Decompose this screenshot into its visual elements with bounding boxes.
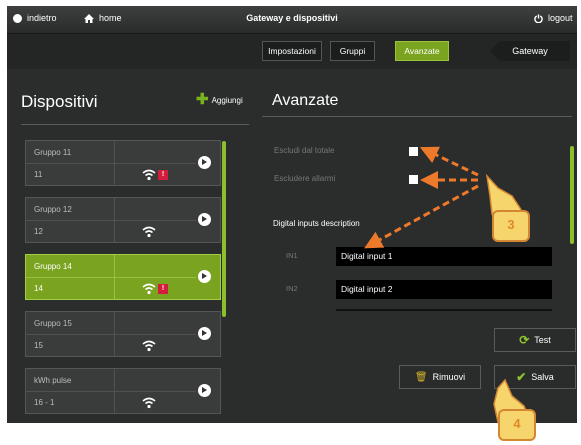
device-list[interactable]: Gruppo 11 11 ! Gruppo 12 12 Gruppo 14 14…	[25, 140, 221, 423]
chevron-right-icon[interactable]	[198, 213, 211, 226]
device-name: Gruppo 11	[34, 148, 72, 157]
top-bar: indietro home Gateway e dispositivi logo…	[7, 6, 577, 34]
nav-bar: Impostazioni Gruppi Avanzate Gateway	[7, 34, 577, 69]
save-label: Salva	[531, 372, 554, 382]
divider	[26, 220, 196, 221]
remove-label: Rimuovi	[432, 372, 466, 382]
gateway-tab[interactable]: Gateway	[490, 41, 570, 61]
chevron-right-icon[interactable]	[198, 270, 211, 283]
exclude-alarms-label: Escludere allarmi	[274, 174, 336, 183]
device-name: Gruppo 12	[34, 205, 72, 214]
device-list-scrollbar[interactable]	[222, 141, 226, 317]
device-number: 11	[34, 170, 43, 179]
remove-button[interactable]: 🗑 Rimuovi	[399, 365, 481, 389]
divider	[21, 124, 249, 125]
device-name: kWh pulse	[34, 376, 72, 385]
tab-avanzate[interactable]: Avanzate	[395, 41, 449, 61]
exclude-total-checkbox[interactable]	[409, 147, 418, 156]
trash-icon: 🗑	[414, 371, 428, 383]
alert-badge: !	[158, 284, 168, 294]
device-card-kwh-pulse[interactable]: kWh pulse 16 - 1	[25, 368, 221, 414]
refresh-icon: ⟳	[519, 333, 530, 347]
divider	[262, 116, 572, 117]
device-number: 16 - 1	[34, 398, 55, 407]
settings-scrollbar[interactable]	[570, 146, 574, 244]
device-card-gruppo-15[interactable]: Gruppo 15 15	[25, 311, 221, 357]
divider	[336, 309, 552, 311]
step-callout-4: 4	[498, 409, 536, 441]
logout-label: logout	[548, 13, 573, 23]
divider	[114, 312, 115, 356]
device-name: Gruppo 14	[34, 262, 72, 271]
chevron-right-icon[interactable]	[198, 327, 211, 340]
tab-impostazioni[interactable]: Impostazioni	[262, 41, 322, 61]
advanced-title: Avanzate	[272, 92, 339, 109]
divider	[114, 369, 115, 413]
wifi-icon	[142, 397, 156, 409]
digital-input-1-field[interactable]: Digital input 1	[336, 247, 552, 266]
chevron-right-icon[interactable]	[198, 156, 211, 169]
add-device-button[interactable]: ✚ Aggiungi	[196, 91, 243, 108]
divider	[26, 277, 196, 278]
tab-gruppi[interactable]: Gruppi	[330, 41, 375, 61]
device-name: Gruppo 15	[34, 319, 72, 328]
chevron-right-icon[interactable]	[198, 384, 211, 397]
wifi-icon	[142, 340, 156, 352]
wifi-icon	[142, 169, 156, 181]
wifi-icon	[142, 226, 156, 238]
device-number: 14	[34, 284, 43, 293]
digital-input-2-field[interactable]: Digital input 2	[336, 280, 552, 299]
step-callout-3: 3	[492, 210, 530, 242]
alert-badge: !	[158, 170, 168, 180]
divider	[26, 163, 196, 164]
device-number: 15	[34, 341, 43, 350]
logout-button[interactable]: logout	[534, 13, 573, 23]
add-label: Aggiungi	[211, 95, 243, 105]
window-title: Gateway e dispositivi	[246, 13, 338, 23]
input-label-in2: IN2	[286, 284, 298, 293]
test-label: Test	[534, 335, 551, 345]
divider	[114, 255, 115, 299]
power-icon	[534, 13, 543, 23]
digital-inputs-heading: Digital inputs description	[273, 219, 360, 228]
exclude-total-label: Escludi dal totale	[274, 146, 335, 155]
input-label-in1: IN1	[286, 251, 298, 260]
test-button[interactable]: ⟳ Test	[494, 328, 576, 352]
divider	[26, 334, 196, 335]
device-number: 12	[34, 227, 43, 236]
plus-icon: ✚	[196, 91, 209, 108]
save-button[interactable]: ✔ Salva	[494, 365, 576, 389]
check-icon: ✔	[516, 370, 527, 384]
device-card-gruppo-11[interactable]: Gruppo 11 11 !	[25, 140, 221, 186]
devices-title: Dispositivi	[21, 92, 98, 111]
divider	[114, 141, 115, 185]
device-card-gruppo-12[interactable]: Gruppo 12 12	[25, 197, 221, 243]
device-card-gruppo-14[interactable]: Gruppo 14 14 !	[25, 254, 221, 300]
divider	[114, 198, 115, 242]
divider	[26, 391, 196, 392]
wifi-icon	[142, 283, 156, 295]
exclude-alarms-checkbox[interactable]	[409, 175, 418, 184]
